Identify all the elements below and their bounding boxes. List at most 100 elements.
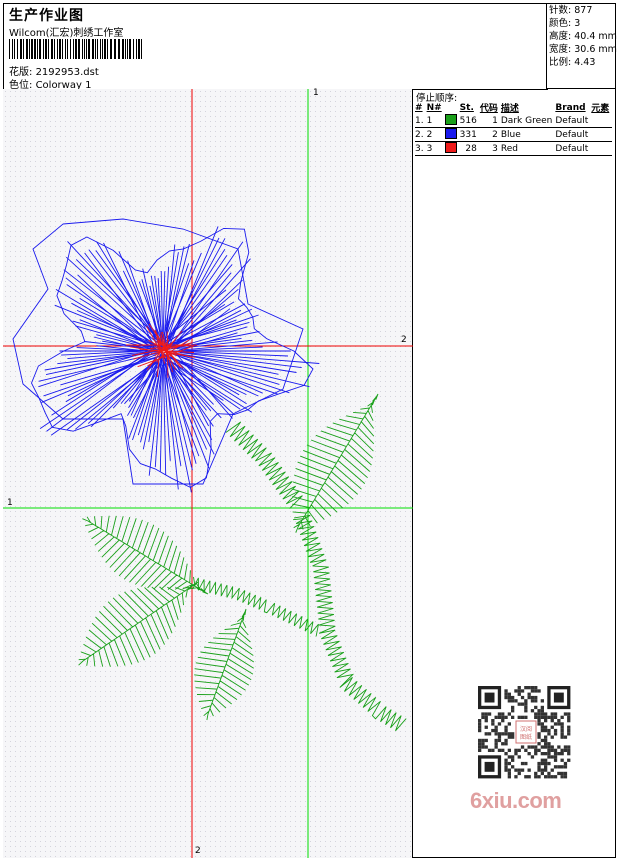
barcode-bar	[14, 39, 15, 59]
petal-stitch	[163, 289, 227, 341]
qr-module	[547, 732, 551, 736]
qr-module	[540, 745, 544, 749]
qr-module	[567, 719, 571, 723]
design-stats: 针数: 877 颜色: 3 高度: 40.4 mm 宽度: 30.6 mm 比例…	[546, 3, 617, 89]
qr-module	[497, 722, 502, 726]
qr-module	[497, 735, 502, 739]
qr-module	[540, 728, 544, 733]
qr-module	[517, 692, 521, 696]
qr-finder-core	[484, 692, 495, 703]
table-header-row: # N# St. 代码 描述 Brand 元素	[415, 101, 612, 115]
qr-module	[504, 732, 508, 736]
stem-main	[294, 514, 407, 732]
qr-module	[497, 712, 502, 716]
qr-module	[511, 735, 515, 739]
qr-module	[527, 695, 531, 700]
barcode-bar	[114, 39, 116, 59]
qr-module	[494, 742, 498, 746]
stat-colors: 颜色: 3	[549, 18, 581, 29]
qr-module	[507, 699, 511, 703]
qr-module	[557, 719, 561, 723]
qr-module	[494, 715, 498, 719]
qr-module	[560, 775, 564, 779]
qr-module	[530, 745, 535, 749]
qr-module	[507, 775, 511, 779]
qr-module	[544, 728, 548, 733]
qr-module	[547, 742, 551, 746]
qr-module	[487, 712, 492, 716]
qr-module	[550, 755, 554, 759]
qr-module	[553, 732, 558, 736]
qr-module	[514, 752, 518, 756]
qr-module	[540, 715, 544, 719]
qr-module	[567, 748, 571, 752]
qr-module	[550, 775, 554, 779]
qr-module	[560, 715, 564, 719]
qr-module	[524, 761, 528, 766]
qr-module	[534, 699, 538, 703]
qr-module	[563, 771, 568, 776]
qr-module	[478, 745, 482, 749]
color-swatch-red	[444, 142, 457, 153]
qr-module	[507, 722, 511, 726]
qr-module	[524, 775, 528, 779]
guide-label-green-left: 1	[7, 498, 13, 508]
qr-module	[567, 745, 571, 749]
qr-module	[514, 689, 518, 693]
barcode-bar	[104, 39, 106, 59]
qr-module	[511, 699, 515, 703]
qr-module	[563, 761, 568, 766]
qr-module	[504, 742, 508, 746]
col-n: N#	[426, 102, 442, 113]
barcode-bar	[102, 39, 103, 59]
color-swatch-green	[444, 114, 457, 125]
qr-module	[511, 755, 515, 759]
qr-module	[544, 745, 548, 749]
qr-module	[491, 722, 495, 726]
qr-module	[527, 775, 531, 779]
qr-module	[511, 758, 515, 762]
qr-module	[537, 735, 541, 739]
qr-module	[540, 722, 544, 726]
barcode-bar	[43, 39, 44, 59]
qr-code: 汉阅图纸	[472, 683, 578, 783]
qr-module	[553, 765, 558, 769]
barcode-bar	[65, 39, 66, 59]
stat-height: 高度: 40.4 mm	[549, 31, 617, 42]
barcode-bar	[141, 39, 142, 59]
qr-module	[553, 758, 558, 762]
qr-module	[511, 732, 515, 736]
qr-module	[524, 709, 528, 713]
col-code: 代码	[479, 104, 498, 114]
qr-module	[553, 748, 558, 752]
qr-module	[507, 771, 511, 776]
barcode-bar	[133, 39, 134, 59]
barcode-bar	[48, 39, 49, 59]
qr-module	[504, 728, 508, 733]
qr-module	[550, 715, 554, 719]
barcode-bar	[39, 39, 41, 59]
qr-module	[560, 771, 564, 776]
barcode-bar	[59, 39, 61, 59]
qr-module	[534, 686, 538, 690]
barcode-bar	[110, 39, 112, 59]
qr-module	[524, 715, 528, 719]
qr-module	[501, 732, 505, 736]
qr-module	[501, 719, 505, 723]
qr-module	[567, 728, 571, 733]
qr-module	[494, 732, 498, 736]
qr-module	[544, 738, 548, 743]
qr-module	[537, 732, 541, 736]
qr-module	[537, 748, 541, 752]
barcode-bar	[88, 39, 90, 59]
qr-module	[520, 768, 525, 772]
qr-module	[547, 752, 551, 756]
guide-label-red-bottom: 2	[195, 846, 201, 856]
qr-module	[537, 709, 541, 713]
stem-branch	[192, 577, 319, 637]
qr-module	[560, 748, 564, 752]
qr-module	[504, 738, 508, 743]
col-stitches: St.	[459, 102, 474, 113]
barcode-bar	[12, 39, 13, 59]
qr-module	[534, 748, 538, 752]
